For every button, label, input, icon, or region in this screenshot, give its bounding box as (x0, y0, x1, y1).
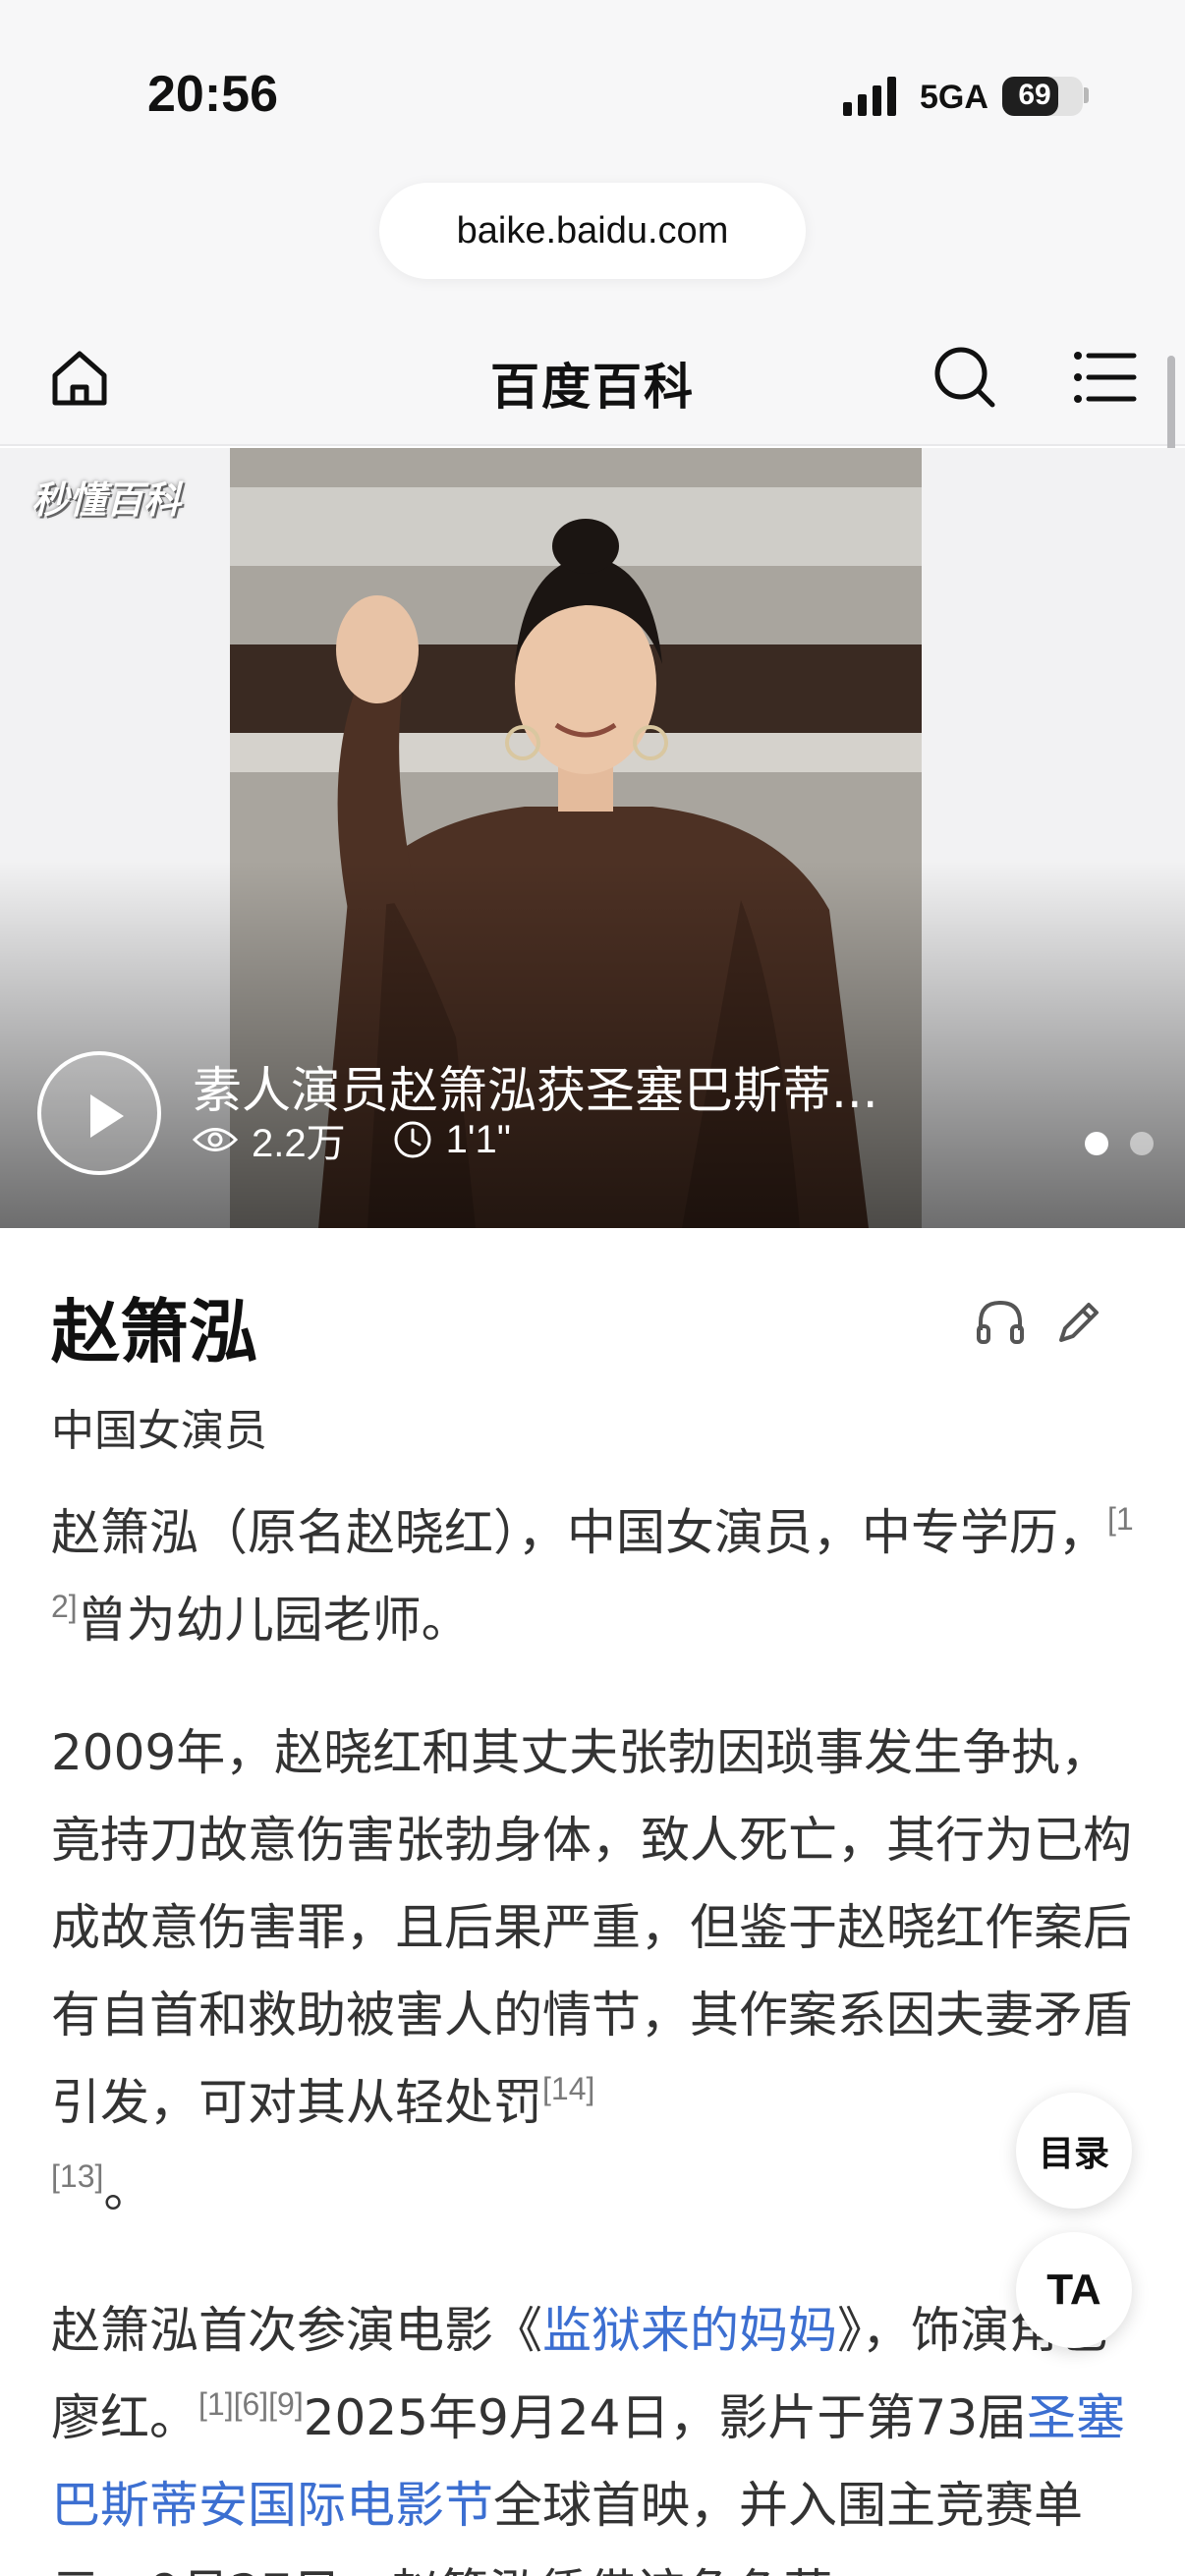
text-run: 2009年，赵晓红和其丈夫张勃因琐事发生争执，竟持刀故意伤害张勃身体，致人死亡，… (51, 1724, 1132, 2131)
text-run: 。 (103, 2161, 153, 2218)
play-button[interactable] (37, 1051, 161, 1175)
ta-button[interactable]: TA (1016, 2232, 1132, 2348)
article-subtitle: 中国女演员 (51, 1406, 267, 1456)
menu-icon[interactable] (1073, 346, 1138, 409)
duration-clock-icon (394, 1121, 431, 1158)
play-icon (90, 1094, 124, 1138)
text-run: 曾为幼儿园老师。 (77, 1592, 471, 1649)
hero-overlay (0, 861, 1185, 1228)
table-of-contents-button[interactable]: 目录 (1016, 2093, 1132, 2209)
article-title: 赵箫泓 (51, 1292, 257, 1372)
citation-ref[interactable]: [13] (51, 2158, 103, 2194)
carousel-dots[interactable] (1063, 1132, 1154, 1155)
battery-icon: 69 (1002, 77, 1083, 116)
site-title[interactable]: 百度百科 (0, 348, 1185, 419)
citation-ref[interactable]: [1][6][9] (198, 2386, 304, 2422)
summary-paragraph-3: 赵箫泓首次参演电影《监狱来的妈妈》，饰演角色廖红。[1][6][9]2025年9… (51, 2287, 1138, 2576)
status-bar: 20:56 5GA 69 (0, 0, 1185, 187)
hero-video[interactable]: 秒懂百科 素人演员赵箫泓获圣塞巴斯蒂... 2.2万 1'1" (0, 448, 1185, 1228)
film-link[interactable]: 监狱来的妈妈 (542, 2302, 837, 2359)
carousel-dot[interactable] (1130, 1132, 1154, 1155)
carousel-dot[interactable] (1085, 1132, 1108, 1155)
summary-paragraph-2: 2009年，赵晓红和其丈夫张勃因琐事发生争执，竟持刀故意伤害张勃身体，致人死亡，… (51, 1709, 1138, 2234)
status-time: 20:56 (147, 66, 278, 123)
search-icon[interactable] (930, 342, 1000, 413)
headphones-icon[interactable] (973, 1295, 1028, 1350)
text-run: 赵箫泓首次参演电影《 (51, 2302, 542, 2359)
battery-nub (1084, 87, 1089, 103)
network-type: 5GA (920, 79, 988, 116)
citation-ref[interactable]: [14] (542, 2071, 594, 2106)
edit-pencil-icon[interactable] (1051, 1295, 1106, 1350)
site-header: 百度百科 (0, 314, 1185, 446)
cellular-signal-icon (843, 77, 896, 116)
address-bar[interactable]: baike.baidu.com (379, 183, 806, 279)
views-eye-icon (193, 1128, 238, 1151)
battery-percent: 69 (1018, 79, 1051, 111)
video-duration: 1'1" (445, 1117, 511, 1161)
video-meta: 2.2万 1'1" (193, 1116, 511, 1165)
miaodong-baike-logo: 秒懂百科 (31, 478, 182, 522)
summary-paragraph-1: 赵箫泓（原名赵晓红），中国女演员，中专学历，[12]曾为幼儿园老师。 (51, 1489, 1138, 1664)
text-run: 2025年9月24日，影片于第73届 (303, 2389, 1028, 2446)
text-run: 赵箫泓（原名赵晓红），中国女演员，中专学历， (51, 1504, 1107, 1561)
view-count: 2.2万 (252, 1122, 346, 1165)
